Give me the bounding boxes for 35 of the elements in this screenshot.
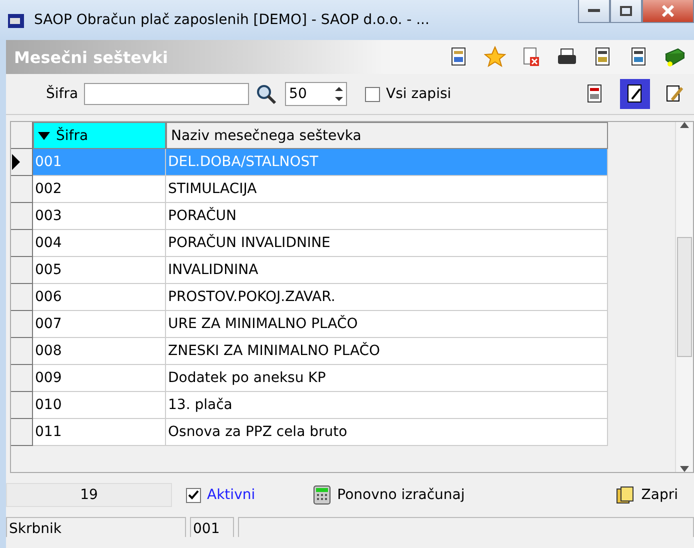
table-cell[interactable]: 009: [33, 365, 166, 392]
table-cell[interactable]: 004: [33, 230, 166, 257]
table-cell[interactable]: 011: [33, 419, 166, 446]
column-header-label: Naziv mesečnega seštevka: [171, 128, 362, 144]
table-cell[interactable]: PORAČUN: [166, 203, 608, 230]
table-cell[interactable]: 003: [33, 203, 166, 230]
table-cell[interactable]: Osnova za PPZ cela bruto: [166, 419, 608, 446]
table-cell[interactable]: Dodatek po aneksu KP: [166, 365, 608, 392]
table-cell[interactable]: ZNESKI ZA MINIMALNO PLAČO: [166, 338, 608, 365]
table-cell[interactable]: 006: [33, 284, 166, 311]
column-header[interactable]: Naziv mesečnega seštevka: [166, 122, 608, 149]
code-label: Šifra: [46, 86, 78, 102]
status-field: 001: [190, 517, 234, 537]
table-cell[interactable]: PORAČUN INVALIDNINE: [166, 230, 608, 257]
recalculate-button[interactable]: Ponovno izračunaj: [309, 483, 469, 507]
table-cell[interactable]: 008: [33, 338, 166, 365]
record-count-spinner[interactable]: 50: [285, 82, 348, 106]
active-label: Aktivni: [207, 487, 256, 503]
close-panel-button[interactable]: Zapri: [611, 483, 682, 507]
table-cell[interactable]: 005: [33, 257, 166, 284]
column-header-label: Šifra: [56, 128, 88, 144]
table-cell[interactable]: 13. plača: [166, 392, 608, 419]
window-title: SAOP Obračun plač zaposlenih [DEMO] - SAOP d.o.o. - ...: [34, 12, 430, 28]
status-field: Skrbnik: [6, 517, 186, 537]
panel-title: Mesečni seštevki: [14, 48, 168, 66]
table-cell[interactable]: 010: [33, 392, 166, 419]
table-cell[interactable]: 007: [33, 311, 166, 338]
all-records-label: Vsi zapisi: [386, 86, 452, 102]
record-count: 19: [6, 483, 172, 507]
table-cell[interactable]: PROSTOV.POKOJ.ZAVAR.: [166, 284, 608, 311]
column-header[interactable]: Šifra: [33, 122, 166, 149]
table-cell[interactable]: 002: [33, 176, 166, 203]
table-cell[interactable]: STIMULACIJA: [166, 176, 608, 203]
table-cell[interactable]: INVALIDNINA: [166, 257, 608, 284]
table-cell[interactable]: URE ZA MINIMALNO PLAČO: [166, 311, 608, 338]
